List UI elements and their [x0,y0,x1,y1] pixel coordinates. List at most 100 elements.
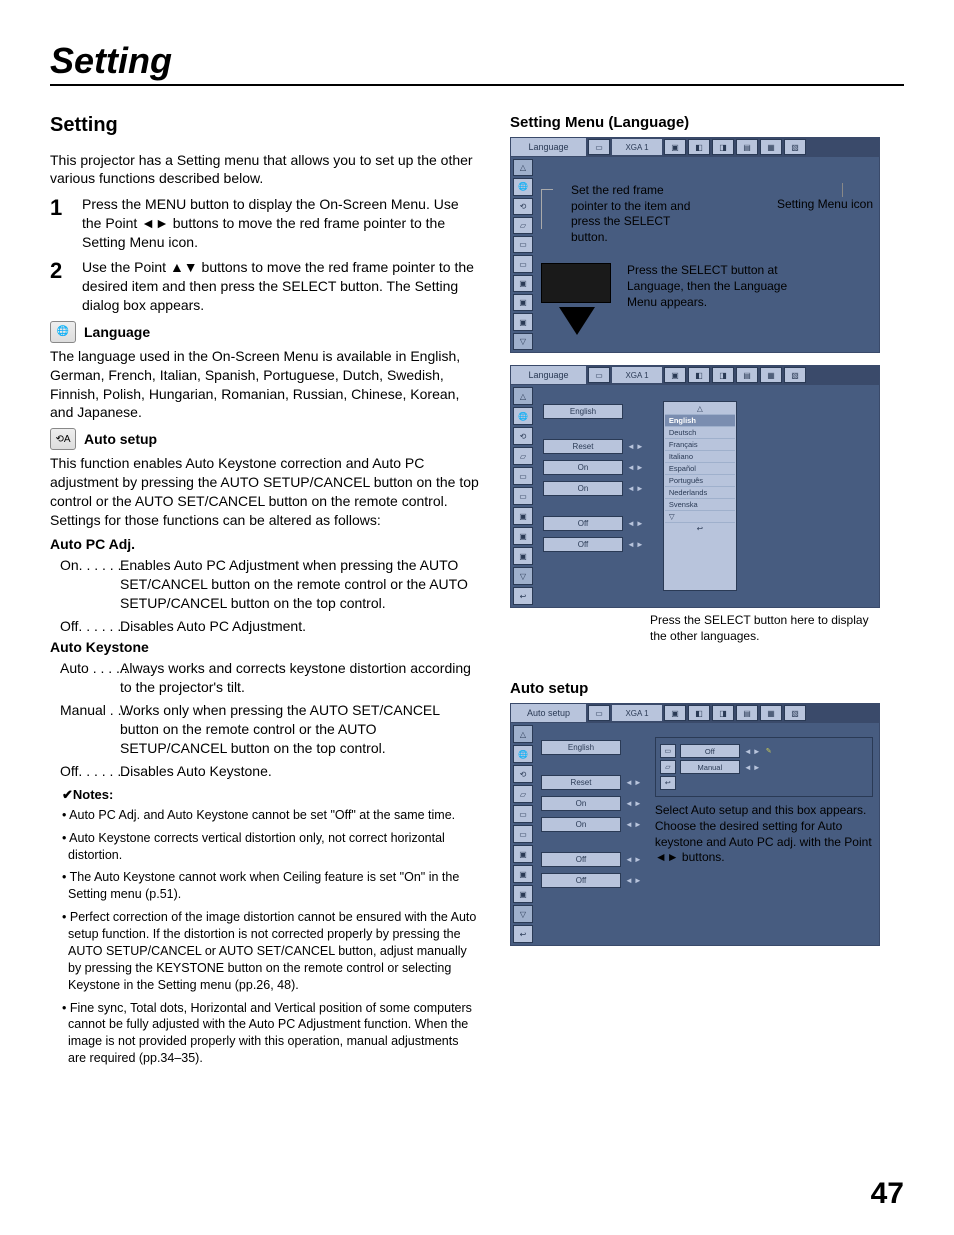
bluescreen-icon: ▭ [513,805,533,823]
display-icon: ▭ [513,487,533,505]
def-auto-pc-off: Off. . . . . . . Disables Auto PC Adjust… [50,617,480,636]
autosetup-icon: ⟲ [513,765,533,783]
down-arrow-icon: ▽ [665,511,735,523]
language-option: Français [665,439,735,451]
bluescreen-icon: ▭ [513,467,533,485]
def-desc: Disables Auto PC Adjustment. [120,617,480,636]
rear-icon: ▣ [513,885,533,903]
osd-value: On [543,460,623,475]
osd-value: English [541,740,621,755]
osd-sidebar: △ 🌐 ⟲ ▱ ▭ ▭ ▣ ▣ ▣ ▽ ↩ [511,723,535,945]
osd-value: Off [680,744,740,758]
pc-adj-icon: ▭ [660,744,676,758]
figure-caption: Select Auto setup and this box appears. … [655,803,873,865]
osd-menubar: Auto setup ▭ XGA 1 ▣ ◧ ◨ ▤ ▦ ▧ [510,703,880,723]
auto-setup-paragraph: This function enables Auto Keystone corr… [50,454,480,530]
callout-set-pointer: Set the red frame pointer to the item an… [571,183,691,245]
menubar-icon: ◧ [688,367,710,383]
osd-value: Off [541,852,621,867]
autosetup-icon: ⟲ [513,198,533,215]
note-item: The Auto Keystone cannot work when Ceili… [68,869,480,903]
return-icon: ↩ [513,587,533,605]
menubar-icon: ◨ [712,705,734,721]
menubar-icon: ▭ [588,139,610,155]
lr-arrows-icon: ◄► [627,442,645,451]
osd-figure-2: Language ▭ XGA 1 ▣ ◧ ◨ ▤ ▦ ▧ △ 🌐 ⟲ ▱ ▭ ▭… [510,365,880,644]
step-number: 2 [50,258,70,315]
menubar-icon: ▧ [784,705,806,721]
def-ks-manual: Manual . . . Works only when pressing th… [50,701,480,758]
menubar-icon: ▣ [664,139,686,155]
figure-heading-autosetup: Auto setup [510,680,880,697]
osd-menubar: Language ▭ XGA 1 ▣ ◧ ◨ ▤ ▦ ▧ [510,137,880,157]
menubar-icon: ▦ [760,705,782,721]
def-auto-pc-on: On. . . . . . . Enables Auto PC Adjustme… [50,556,480,613]
auto-setup-icon: ⟲A [50,428,76,450]
up-arrow-icon: △ [513,387,533,405]
keystone-icon: ▱ [513,785,533,803]
def-ks-off: Off. . . . . . . Disables Auto Keystone. [50,762,480,781]
menubar-icon: ▭ [588,705,610,721]
def-desc: Always works and corrects keystone disto… [120,659,480,697]
menubar-icon: ▧ [784,367,806,383]
menubar-icon: ◨ [712,139,734,155]
return-icon: ↩ [660,776,676,790]
display-icon: ▭ [513,255,533,272]
down-arrow-icon: ▽ [513,567,533,585]
osd-menubar: Language ▭ XGA 1 ▣ ◧ ◨ ▤ ▦ ▧ [510,365,880,385]
step-text: Use the Point ▲▼ buttons to move the red… [82,258,480,315]
step-1: 1 Press the MENU button to display the O… [50,195,480,252]
logo-icon: ▣ [513,507,533,525]
osd-value: Manual [680,760,740,774]
keystone-icon: ▱ [513,217,533,234]
lr-arrows-icon: ◄► [625,820,643,829]
rear-icon: ▣ [513,547,533,565]
def-term: Off. . . . . . . [50,617,120,636]
menubar-icon: ▭ [588,367,610,383]
up-arrow-icon: △ [513,159,533,176]
def-desc: Enables Auto PC Adjustment when pressing… [120,556,480,613]
page-number: 47 [871,1177,904,1211]
ceiling-icon: ▣ [513,865,533,883]
figure-heading-language: Setting Menu (Language) [510,114,880,131]
language-option: Español [665,463,735,475]
auto-keystone-heading: Auto Keystone [50,639,480,655]
language-option: Português [665,475,735,487]
menubar-signal: XGA 1 [612,367,662,383]
osd-figure-1: Language ▭ XGA 1 ▣ ◧ ◨ ▤ ▦ ▧ △ 🌐 ⟲ ▱ ▭ ▭… [510,137,880,353]
menubar-icon: ▧ [784,139,806,155]
return-icon: ↩ [665,523,735,534]
lr-arrows-icon: ◄► [627,484,645,493]
chapter-title: Setting [50,40,904,86]
language-option: Svenska [665,499,735,511]
def-term: On. . . . . . . [50,556,120,613]
step-number: 1 [50,195,70,252]
osd-value: On [543,481,623,496]
osd-sidebar: △ 🌐 ⟲ ▱ ▭ ▭ ▣ ▣ ▣ ▽ ↩ [511,385,535,607]
autosetup-icon: ⟲ [513,427,533,445]
lr-arrows-icon: ◄► [744,763,762,772]
lr-arrows-icon: ◄► [625,876,643,885]
osd-value-list: English Reset◄► On◄► On◄► Off◄► Off◄► [541,737,643,931]
globe-icon: 🌐 [513,178,533,195]
globe-icon: 🌐 [50,321,76,343]
down-arrow-icon [559,307,595,335]
callout-menu-icon: Setting Menu icon [709,197,873,213]
auto-pc-heading: Auto PC Adj. [50,536,480,552]
osd-value: On [541,817,621,832]
osd-figure-3: Auto setup ▭ XGA 1 ▣ ◧ ◨ ▤ ▦ ▧ △ 🌐 ⟲ ▱ ▭… [510,703,880,946]
def-desc: Disables Auto Keystone. [120,762,480,781]
logo-icon: ▣ [513,845,533,863]
note-item: Fine sync, Total dots, Horizontal and Ve… [68,1000,480,1068]
menubar-label: Language [511,138,587,156]
globe-icon: 🌐 [513,407,533,425]
osd-value: Off [543,516,623,531]
callout-select-language: Press the SELECT button at Language, the… [627,263,797,310]
menubar-icon: ▣ [664,705,686,721]
menubar-label: Auto setup [511,704,587,722]
step-2: 2 Use the Point ▲▼ buttons to move the r… [50,258,480,315]
language-option: Nederlands [665,487,735,499]
menubar-icon: ◧ [688,139,710,155]
keystone-icon: ▱ [660,760,676,774]
lr-arrows-icon: ◄► [625,778,643,787]
